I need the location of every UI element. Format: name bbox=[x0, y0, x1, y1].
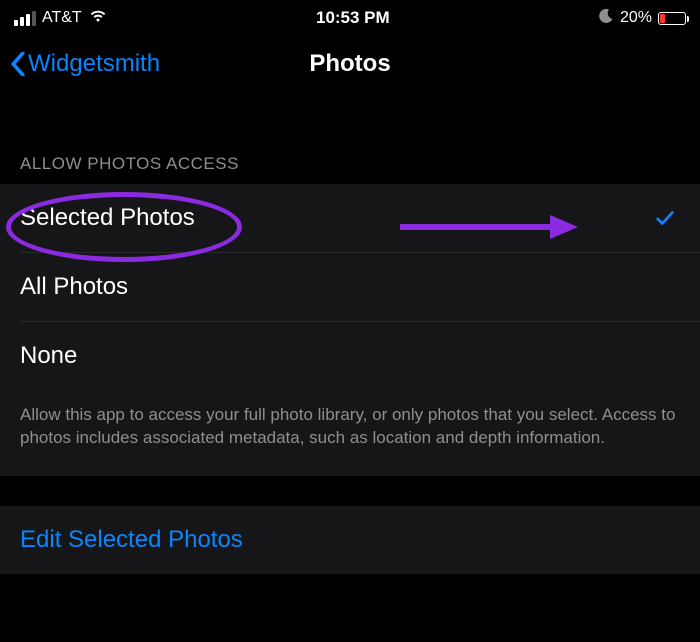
carrier-label: AT&T bbox=[42, 9, 82, 27]
chevron-left-icon bbox=[10, 52, 26, 76]
nav-bar: Widgetsmith Photos bbox=[0, 36, 700, 92]
edit-selected-label: Edit Selected Photos bbox=[20, 526, 243, 554]
battery-percentage: 20% bbox=[620, 9, 652, 27]
status-right: 20% bbox=[598, 8, 686, 29]
option-label: None bbox=[20, 342, 77, 370]
cellular-signal-icon bbox=[14, 11, 36, 26]
wifi-icon bbox=[88, 8, 108, 28]
option-selected-photos[interactable]: Selected Photos bbox=[0, 184, 700, 252]
back-label: Widgetsmith bbox=[28, 50, 160, 78]
status-bar: AT&T 10:53 PM 20% bbox=[0, 0, 700, 36]
edit-selected-photos-button[interactable]: Edit Selected Photos bbox=[0, 506, 700, 574]
bottom-pad bbox=[0, 574, 700, 614]
section-footer-text: Allow this app to access your full photo… bbox=[0, 390, 700, 476]
section-header-allow-access: ALLOW PHOTOS ACCESS bbox=[0, 136, 700, 184]
checkmark-icon bbox=[654, 207, 676, 229]
page-title: Photos bbox=[309, 50, 390, 78]
option-all-photos[interactable]: All Photos bbox=[0, 253, 700, 321]
photo-access-options: Selected Photos All Photos None bbox=[0, 184, 700, 390]
spacer bbox=[0, 92, 700, 136]
status-time: 10:53 PM bbox=[316, 8, 390, 28]
option-none[interactable]: None bbox=[0, 322, 700, 390]
back-button[interactable]: Widgetsmith bbox=[10, 50, 160, 78]
section-gap bbox=[0, 476, 700, 506]
battery-icon bbox=[658, 12, 686, 25]
do-not-disturb-icon bbox=[598, 8, 614, 29]
option-label: Selected Photos bbox=[20, 204, 195, 232]
status-left: AT&T bbox=[14, 8, 108, 28]
option-label: All Photos bbox=[20, 273, 128, 301]
